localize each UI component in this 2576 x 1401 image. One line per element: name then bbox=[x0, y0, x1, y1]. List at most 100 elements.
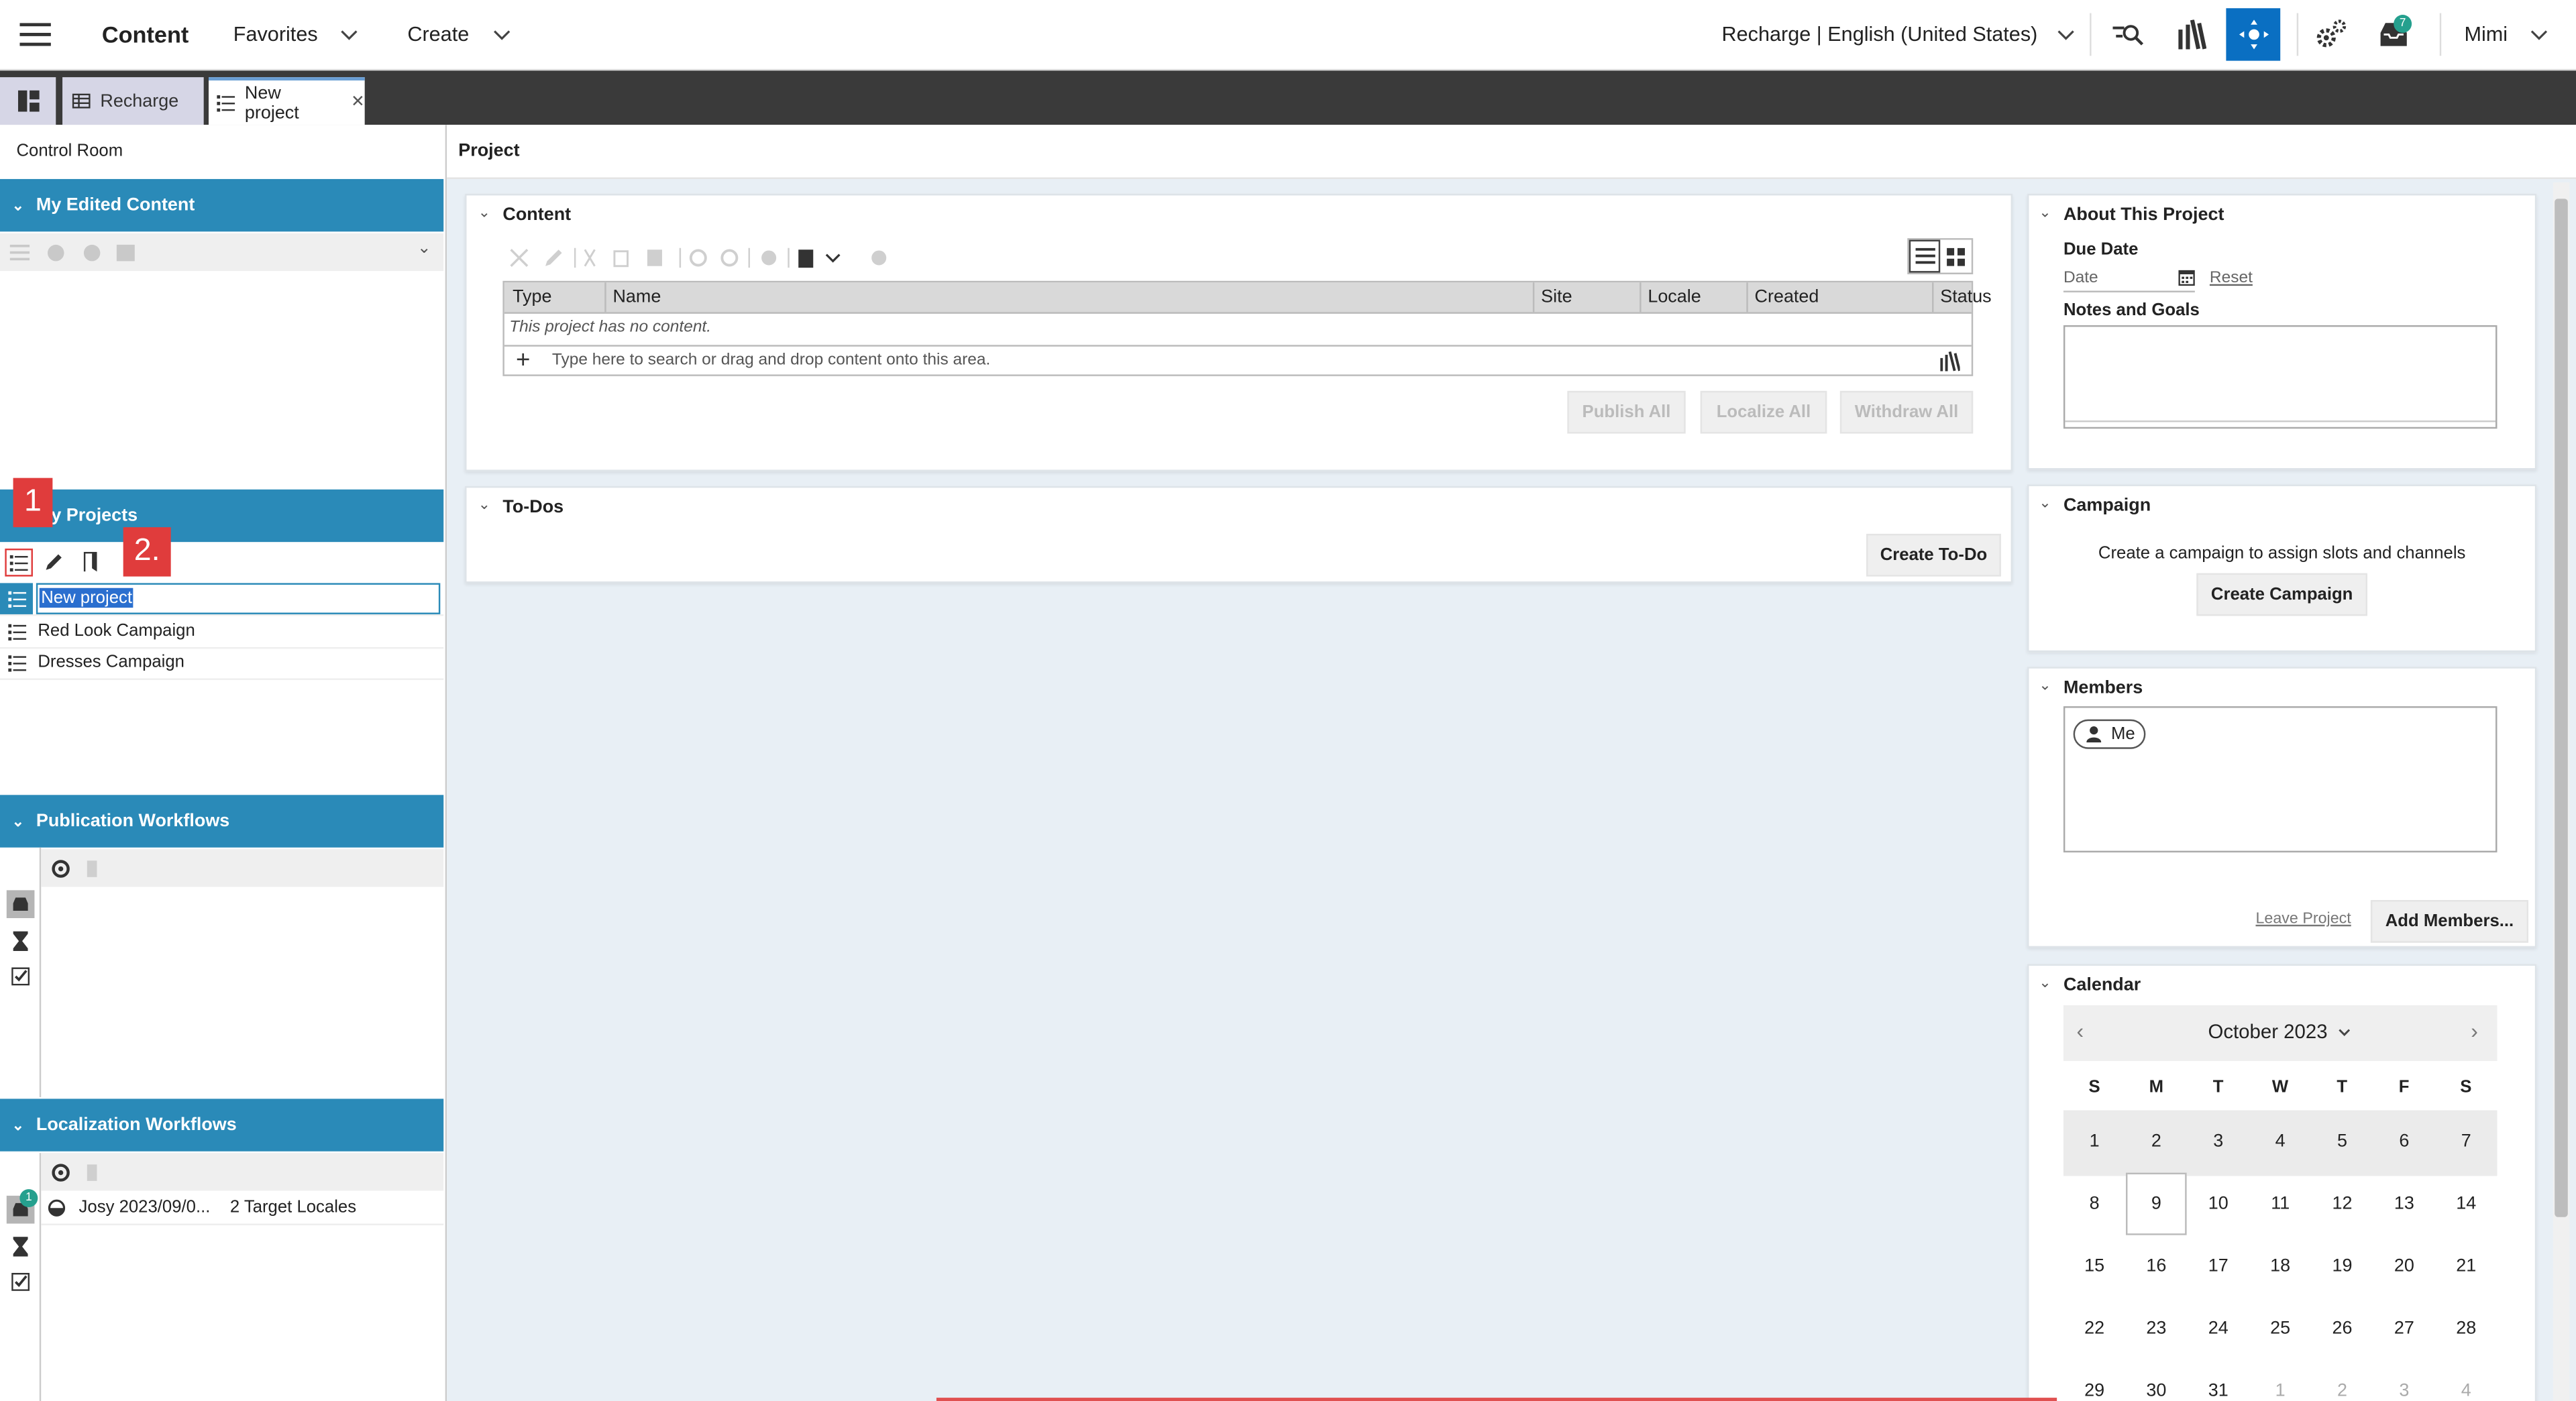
list-item[interactable]: Dresses Campaign bbox=[0, 647, 444, 680]
chevron-down-icon[interactable]: ⌄ bbox=[478, 496, 490, 514]
checkbox-icon[interactable] bbox=[11, 967, 30, 986]
calendar-day[interactable]: 24 bbox=[2188, 1298, 2249, 1360]
date-input[interactable]: Date bbox=[2063, 266, 2195, 292]
column-header[interactable]: Site bbox=[1541, 288, 1572, 307]
new-project-button[interactable] bbox=[5, 548, 33, 577]
localization-workflows-header[interactable]: ⌄ Localization Workflows bbox=[0, 1099, 444, 1152]
create-campaign-button[interactable]: Create Campaign bbox=[2196, 573, 2368, 616]
next-month-icon[interactable]: › bbox=[2471, 1018, 2478, 1043]
my-projects-header[interactable]: ⌄ My Projects bbox=[0, 489, 444, 543]
calendar-day[interactable]: 11 bbox=[2249, 1173, 2311, 1235]
localize-all-button[interactable]: Localize All bbox=[1700, 390, 1827, 434]
publication-workflows-header[interactable]: ⌄ Publication Workflows bbox=[0, 795, 444, 848]
plus-icon[interactable]: + bbox=[516, 347, 530, 375]
my-edited-content-header[interactable]: ⌄ My Edited Content bbox=[0, 178, 444, 232]
column-header[interactable]: Locale bbox=[1648, 288, 1701, 307]
member-chip[interactable]: Me bbox=[2073, 719, 2146, 749]
tab-new-project[interactable]: New project ✕ bbox=[209, 77, 365, 125]
calendar-day[interactable]: 9 bbox=[2125, 1172, 2188, 1235]
calendar-day[interactable]: 26 bbox=[2311, 1298, 2373, 1360]
chevron-down-icon[interactable]: ⌄ bbox=[478, 204, 490, 222]
calendar-day[interactable]: 18 bbox=[2249, 1235, 2311, 1298]
calendar-day[interactable]: 31 bbox=[2188, 1360, 2249, 1401]
hamburger-menu-icon[interactable] bbox=[19, 0, 51, 69]
calendar-day[interactable]: 25 bbox=[2249, 1298, 2311, 1360]
library-icon[interactable] bbox=[1940, 351, 1960, 372]
publish-all-button[interactable]: Publish All bbox=[1567, 390, 1686, 434]
calendar-day[interactable]: 3 bbox=[2188, 1111, 2249, 1173]
calendar-day[interactable]: 1 bbox=[2249, 1360, 2311, 1401]
calendar-day[interactable]: 29 bbox=[2063, 1360, 2125, 1401]
inbox-icon[interactable] bbox=[2377, 0, 2410, 69]
column-header[interactable]: Name bbox=[612, 288, 661, 307]
reset-link[interactable]: Reset bbox=[2210, 270, 2253, 288]
scrollbar-thumb[interactable] bbox=[2555, 199, 2568, 1217]
calendar-day[interactable]: 22 bbox=[2063, 1298, 2125, 1360]
calendar-day[interactable]: 20 bbox=[2373, 1235, 2435, 1298]
add-members-button[interactable]: Add Members... bbox=[2370, 900, 2529, 943]
pencil-icon[interactable] bbox=[44, 552, 64, 571]
list-item[interactable]: New project bbox=[0, 583, 444, 616]
calendar-day[interactable]: 8 bbox=[2063, 1173, 2125, 1235]
list-item[interactable]: Red Look Campaign bbox=[0, 616, 444, 649]
calendar-day[interactable]: 4 bbox=[2249, 1111, 2311, 1173]
calendar-day[interactable]: 21 bbox=[2435, 1235, 2497, 1298]
content-search-input[interactable]: Type here to search or drag and drop con… bbox=[552, 351, 991, 370]
calendar-day[interactable]: 4 bbox=[2435, 1360, 2497, 1401]
checkbox-icon[interactable] bbox=[11, 1272, 30, 1291]
library-icon[interactable] bbox=[2177, 0, 2207, 69]
withdraw-all-button[interactable]: Withdraw All bbox=[1839, 390, 1974, 434]
chevron-down-icon[interactable]: ⌄ bbox=[2039, 677, 2051, 695]
chevron-down-icon[interactable]: ⌄ bbox=[2039, 494, 2051, 512]
calendar-day[interactable]: 7 bbox=[2435, 1111, 2497, 1173]
list-item[interactable]: Josy 2023/09/0... 2 Target Locales bbox=[41, 1192, 444, 1225]
calendar-day[interactable]: 19 bbox=[2311, 1235, 2373, 1298]
calendar-day[interactable]: 16 bbox=[2125, 1235, 2187, 1298]
leave-project-link[interactable]: Leave Project bbox=[2255, 910, 2351, 928]
calendar-day[interactable]: 13 bbox=[2373, 1173, 2435, 1235]
dashboard-tab[interactable] bbox=[0, 77, 56, 125]
column-header[interactable]: Status bbox=[1940, 288, 1991, 307]
grid-view-icon[interactable] bbox=[1940, 240, 1972, 273]
calendar-day[interactable]: 27 bbox=[2373, 1298, 2435, 1360]
gears-icon[interactable] bbox=[2315, 0, 2348, 69]
hourglass-icon[interactable] bbox=[13, 931, 28, 951]
content-search-row[interactable]: + Type here to search or drag and drop c… bbox=[504, 345, 1972, 376]
site-locale-selector[interactable]: Recharge | English (United States) bbox=[1722, 0, 2076, 69]
user-menu[interactable]: Mimi bbox=[2464, 0, 2548, 69]
calendar-day[interactable]: 5 bbox=[2311, 1111, 2373, 1173]
vertical-scrollbar[interactable] bbox=[2553, 182, 2570, 1401]
list-view-icon[interactable] bbox=[1909, 239, 1941, 273]
project-name-input[interactable]: New project bbox=[36, 583, 441, 614]
calendar-day[interactable]: 15 bbox=[2063, 1235, 2125, 1298]
chevron-down-icon[interactable]: ⌄ bbox=[417, 240, 431, 258]
create-todo-button[interactable]: Create To-Do bbox=[1866, 533, 2001, 577]
create-menu[interactable]: Create bbox=[407, 0, 510, 69]
calendar-day[interactable]: 23 bbox=[2125, 1298, 2187, 1360]
column-header[interactable]: Created bbox=[1755, 288, 1819, 307]
bookmark-icon[interactable] bbox=[82, 551, 98, 572]
calendar-day[interactable]: 28 bbox=[2435, 1298, 2497, 1360]
calendar-day[interactable]: 3 bbox=[2373, 1360, 2435, 1401]
calendar-day[interactable]: 14 bbox=[2435, 1173, 2497, 1235]
calendar-day[interactable]: 2 bbox=[2125, 1111, 2187, 1173]
calendar-day[interactable]: 6 bbox=[2373, 1111, 2435, 1173]
resize-handle[interactable] bbox=[2065, 420, 2496, 427]
tab-recharge[interactable]: Recharge bbox=[62, 77, 204, 125]
hourglass-icon[interactable] bbox=[13, 1237, 28, 1257]
notes-textarea[interactable] bbox=[2063, 325, 2498, 429]
calendar-day[interactable]: 2 bbox=[2311, 1360, 2373, 1401]
calendar-day[interactable]: 1 bbox=[2063, 1111, 2125, 1173]
control-room-button[interactable] bbox=[2226, 8, 2281, 61]
close-icon[interactable]: ✕ bbox=[351, 94, 365, 112]
chevron-down-icon[interactable]: ⌄ bbox=[2039, 204, 2051, 222]
calendar-day[interactable]: 12 bbox=[2311, 1173, 2373, 1235]
calendar-day[interactable]: 17 bbox=[2188, 1235, 2249, 1298]
previous-month-icon[interactable]: ‹ bbox=[2077, 1018, 2084, 1043]
month-selector[interactable]: October 2023 bbox=[2208, 1020, 2350, 1043]
calendar-day[interactable]: 30 bbox=[2125, 1360, 2187, 1401]
search-icon[interactable] bbox=[2112, 0, 2145, 69]
calendar-day[interactable]: 10 bbox=[2188, 1173, 2249, 1235]
column-header[interactable]: Type bbox=[513, 288, 551, 307]
chevron-down-icon[interactable]: ⌄ bbox=[2039, 974, 2051, 992]
